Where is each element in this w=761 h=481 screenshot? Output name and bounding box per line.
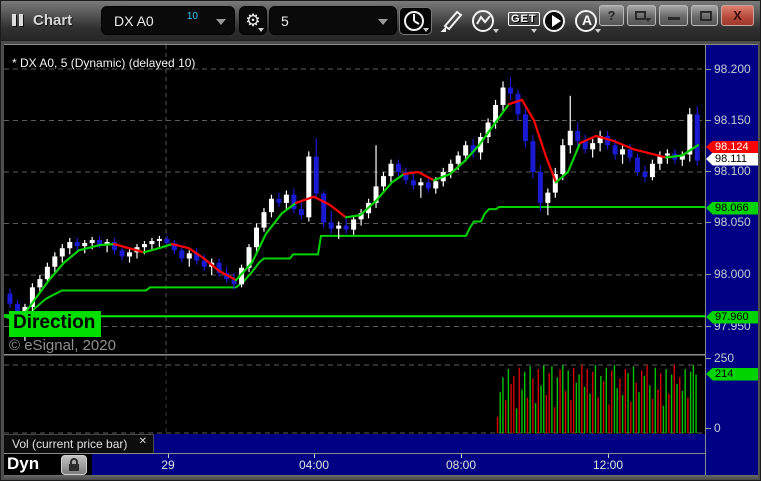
chart-type-button[interactable]	[469, 7, 501, 35]
chart-app-icon	[12, 14, 28, 27]
close-icon: X	[733, 8, 742, 23]
chart-window: Chart DX A0 10 ⚙ 5 GET A ? X * DX A0, 5 …	[0, 0, 761, 481]
time-axis-label: 29	[161, 458, 175, 472]
dyn-label: Dyn	[7, 454, 40, 473]
volume-chart[interactable]	[4, 356, 705, 434]
letter-a: A	[581, 12, 593, 28]
axis-tick-label: 98.050	[714, 215, 751, 229]
axis-tick-label: 250	[714, 351, 735, 365]
axis-tick-label: 98.100	[714, 164, 751, 178]
minimize-button[interactable]	[659, 5, 688, 26]
chevron-down-icon	[645, 18, 651, 22]
volume-pane[interactable]	[4, 356, 705, 434]
axis-tick-label: 0	[714, 421, 721, 435]
titlebar[interactable]: Chart DX A0 10 ⚙ 5 GET A ? X	[1, 1, 760, 41]
time-axis[interactable]: Dyn 29 04:00 08:00 12:00	[4, 453, 705, 476]
chart-legend: * DX A0, 5 (Dynamic) (delayed 10)	[12, 56, 196, 70]
chevron-down-icon	[531, 29, 537, 33]
get-data-button[interactable]: GET	[505, 7, 540, 35]
price-badge: 98.111	[706, 152, 758, 166]
maximize-icon	[700, 11, 712, 21]
interval-value: 5	[281, 13, 289, 29]
chevron-down-icon[interactable]	[378, 19, 388, 25]
draw-button[interactable]	[437, 7, 467, 35]
axis-tick	[706, 428, 711, 429]
axis-tick-label: 98.000	[714, 267, 751, 281]
play-button[interactable]	[541, 7, 571, 35]
pencil-icon	[440, 10, 463, 32]
help-button[interactable]: ?	[599, 5, 624, 26]
chevron-down-icon	[423, 28, 429, 32]
axis-tick	[706, 171, 711, 172]
symbol-delay-badge: 10	[186, 11, 198, 22]
direction-label: Direction	[9, 311, 102, 337]
volume-tab-label: Vol (current price bar)	[12, 437, 128, 451]
window-frame-left	[1, 41, 4, 480]
axis-tick	[706, 274, 711, 275]
window-frame-bottom	[1, 475, 760, 480]
dyn-mode-area: Dyn	[4, 454, 92, 476]
help-icon: ?	[607, 8, 616, 23]
get-label: GET	[508, 12, 540, 26]
tab-volume-study[interactable]: Vol (current price bar) ✕	[4, 434, 154, 453]
interval-input[interactable]: 5	[269, 6, 397, 35]
price-chart[interactable]	[2, 45, 705, 354]
price-badge: 97.960	[706, 310, 758, 324]
price-badge: 214	[706, 367, 758, 381]
price-chart-pane[interactable]: * DX A0, 5 (Dynamic) (delayed 10) Direct…	[2, 45, 705, 354]
maximize-button[interactable]	[691, 5, 718, 26]
lock-icon	[69, 458, 79, 471]
pane-border	[4, 44, 758, 45]
axis-tick	[706, 120, 711, 121]
time-axis-label: 04:00	[298, 458, 330, 472]
price-badge: 98.066	[706, 201, 758, 215]
price-badge: 98.124	[706, 140, 758, 154]
close-icon[interactable]: ✕	[139, 433, 147, 451]
study-tab-bar: Vol (current price bar) ✕	[4, 434, 705, 453]
settings-button[interactable]: ⚙	[239, 6, 267, 35]
axis-tick-label: 98.150	[714, 113, 751, 127]
axis-tick	[706, 358, 711, 359]
symbol-input[interactable]: DX A0 10	[101, 6, 235, 35]
play-icon	[552, 15, 561, 27]
symbol-value: DX A0	[114, 13, 154, 29]
time-axis-label: 08:00	[445, 458, 477, 472]
axis-tick-label: 98.200	[714, 62, 751, 76]
close-button[interactable]: X	[721, 5, 754, 26]
time-interval-button[interactable]	[399, 7, 432, 35]
chevron-down-icon[interactable]	[216, 19, 226, 25]
axis-tick	[706, 69, 711, 70]
price-axis[interactable]: 98.200 98.150 98.100 98.050 98.000 97.950 250 0…	[705, 45, 758, 475]
chevron-down-icon	[258, 28, 264, 32]
chevron-down-icon	[493, 29, 499, 33]
axis-tick	[706, 222, 711, 223]
time-axis-label: 12:00	[592, 458, 624, 472]
restore-window-button[interactable]	[627, 5, 656, 26]
minimize-icon	[668, 17, 680, 20]
axis-tick	[706, 326, 711, 327]
chevron-down-icon	[595, 29, 601, 33]
window-title: Chart	[33, 12, 73, 29]
pane-divider[interactable]	[4, 354, 705, 355]
esignal-watermark: © eSignal, 2020	[9, 337, 116, 354]
lock-button[interactable]	[61, 455, 87, 475]
